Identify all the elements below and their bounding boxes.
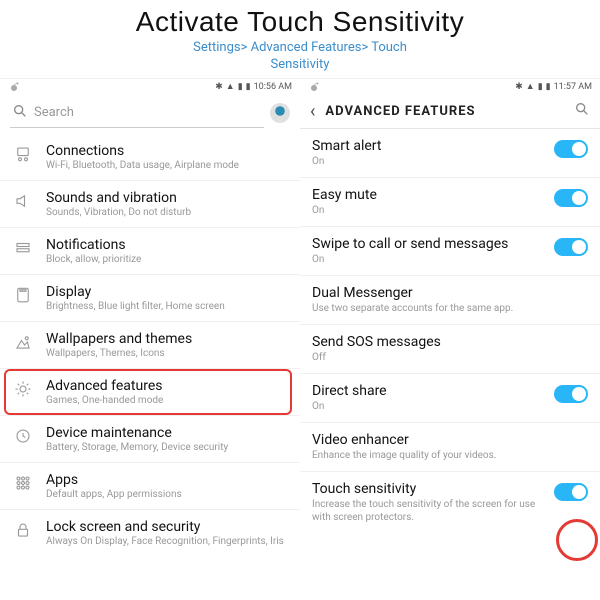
item-subtitle: Battery, Storage, Memory, Device securit… [46, 442, 288, 453]
af-item[interactable]: Touch sensitivityIncrease the touch sens… [300, 472, 600, 533]
avatar[interactable] [270, 103, 290, 123]
tutorial-header: Activate Touch Sensitivity Settings> Adv… [0, 0, 600, 78]
search-input[interactable]: Search [10, 99, 264, 128]
item-subtitle: On [312, 204, 544, 217]
apps-icon [12, 472, 34, 492]
wallpaper-icon [12, 331, 34, 351]
display-icon [12, 284, 34, 304]
item-title: Notifications [46, 237, 288, 253]
phone-left-settings: ✱ ▲ ▮ ▮ 10:56 AM Search ConnectionsWi-Fi… [0, 78, 300, 598]
advanced-header: ‹ ADVANCED FEATURES [300, 95, 600, 128]
item-subtitle: On [312, 155, 544, 168]
search-row: Search [0, 95, 300, 134]
bluetooth-icon: ✱ [515, 82, 523, 92]
toggle-switch[interactable] [554, 140, 588, 158]
item-title: Send SOS messages [312, 334, 588, 350]
lock-icon [12, 519, 34, 539]
item-subtitle: Always On Display, Face Recognition, Fin… [46, 536, 288, 547]
item-subtitle: Default apps, App permissions [46, 489, 288, 500]
phone-right-advanced: ✱ ▲ ▮ ▮ 11:57 AM ‹ ADVANCED FEATURES Sma… [300, 78, 600, 598]
settings-item-sound[interactable]: Sounds and vibrationSounds, Vibration, D… [0, 181, 300, 228]
item-title: Device maintenance [46, 425, 288, 441]
item-title: Swipe to call or send messages [312, 236, 544, 252]
toggle-switch[interactable] [554, 238, 588, 256]
notifications-icon [12, 237, 34, 257]
af-item[interactable]: Easy muteOn [300, 178, 600, 227]
battery-icon: ▮ [546, 82, 551, 92]
back-icon[interactable]: ‹ [310, 101, 315, 122]
clock-text: 10:56 AM [254, 82, 292, 92]
item-subtitle: Wallpapers, Themes, Icons [46, 348, 288, 359]
item-subtitle: Block, allow, prioritize [46, 254, 288, 265]
item-title: Touch sensitivity [312, 481, 544, 497]
item-subtitle: On [312, 400, 544, 413]
item-subtitle: Sounds, Vibration, Do not disturb [46, 207, 288, 218]
item-subtitle: Wi-Fi, Bluetooth, Data usage, Airplane m… [46, 160, 288, 171]
settings-item-maintenance[interactable]: Device maintenanceBattery, Storage, Memo… [0, 416, 300, 463]
settings-list: ConnectionsWi-Fi, Bluetooth, Data usage,… [0, 134, 300, 556]
maintenance-icon [12, 425, 34, 445]
item-title: Sounds and vibration [46, 190, 288, 206]
item-title: Easy mute [312, 187, 544, 203]
settings-item-connections[interactable]: ConnectionsWi-Fi, Bluetooth, Data usage,… [0, 134, 300, 181]
settings-item-display[interactable]: DisplayBrightness, Blue light filter, Ho… [0, 275, 300, 322]
item-title: Connections [46, 143, 288, 159]
bluetooth-icon: ✱ [215, 82, 223, 92]
settings-item-apps[interactable]: AppsDefault apps, App permissions [0, 463, 300, 510]
toggle-switch[interactable] [554, 189, 588, 207]
breadcrumb: Settings> Advanced Features> Touch Sensi… [0, 40, 600, 74]
reddit-icon [8, 81, 20, 93]
status-bar: ✱ ▲ ▮ ▮ 10:56 AM [0, 79, 300, 95]
af-item[interactable]: Swipe to call or send messagesOn [300, 227, 600, 276]
item-subtitle: On [312, 253, 544, 266]
highlight-circle [556, 519, 598, 561]
clock-text: 11:57 AM [554, 82, 592, 92]
search-icon[interactable] [574, 101, 590, 121]
signal-icon: ▮ [238, 82, 243, 92]
item-title: Apps [46, 472, 288, 488]
af-item[interactable]: Smart alertOn [300, 129, 600, 178]
af-item[interactable]: Send SOS messagesOff [300, 325, 600, 374]
item-subtitle: Enhance the image quality of your videos… [312, 449, 588, 462]
item-title: Wallpapers and themes [46, 331, 288, 347]
af-item[interactable]: Dual MessengerUse two separate accounts … [300, 276, 600, 325]
connections-icon [12, 143, 34, 163]
item-title: Lock screen and security [46, 519, 288, 535]
page-title: ADVANCED FEATURES [325, 104, 564, 119]
settings-item-lock[interactable]: Lock screen and securityAlways On Displa… [0, 510, 300, 556]
status-bar: ✱ ▲ ▮ ▮ 11:57 AM [300, 79, 600, 95]
wifi-icon: ▲ [526, 81, 535, 92]
item-subtitle: Brightness, Blue light filter, Home scre… [46, 301, 288, 312]
highlight-box [4, 369, 292, 415]
af-item[interactable]: Video enhancerEnhance the image quality … [300, 423, 600, 472]
item-title: Dual Messenger [312, 285, 588, 301]
reddit-icon [308, 81, 320, 93]
item-title: Direct share [312, 383, 544, 399]
phones-container: ✱ ▲ ▮ ▮ 10:56 AM Search ConnectionsWi-Fi… [0, 78, 600, 598]
toggle-switch[interactable] [554, 385, 588, 403]
tutorial-title: Activate Touch Sensitivity [0, 6, 600, 38]
item-subtitle: Off [312, 351, 588, 364]
signal-icon: ▮ [538, 82, 543, 92]
search-icon [12, 103, 28, 123]
item-title: Video enhancer [312, 432, 588, 448]
af-item[interactable]: Direct shareOn [300, 374, 600, 423]
toggle-switch[interactable] [554, 483, 588, 501]
settings-item-wallpaper[interactable]: Wallpapers and themesWallpapers, Themes,… [0, 322, 300, 369]
item-title: Display [46, 284, 288, 300]
battery-icon: ▮ [246, 82, 251, 92]
advanced-features-list: Smart alertOnEasy muteOnSwipe to call or… [300, 129, 600, 533]
item-title: Smart alert [312, 138, 544, 154]
item-subtitle: Increase the touch sensitivity of the sc… [312, 498, 544, 524]
sound-icon [12, 190, 34, 210]
item-subtitle: Use two separate accounts for the same a… [312, 302, 588, 315]
settings-item-notifications[interactable]: NotificationsBlock, allow, prioritize [0, 228, 300, 275]
wifi-icon: ▲ [226, 81, 235, 92]
